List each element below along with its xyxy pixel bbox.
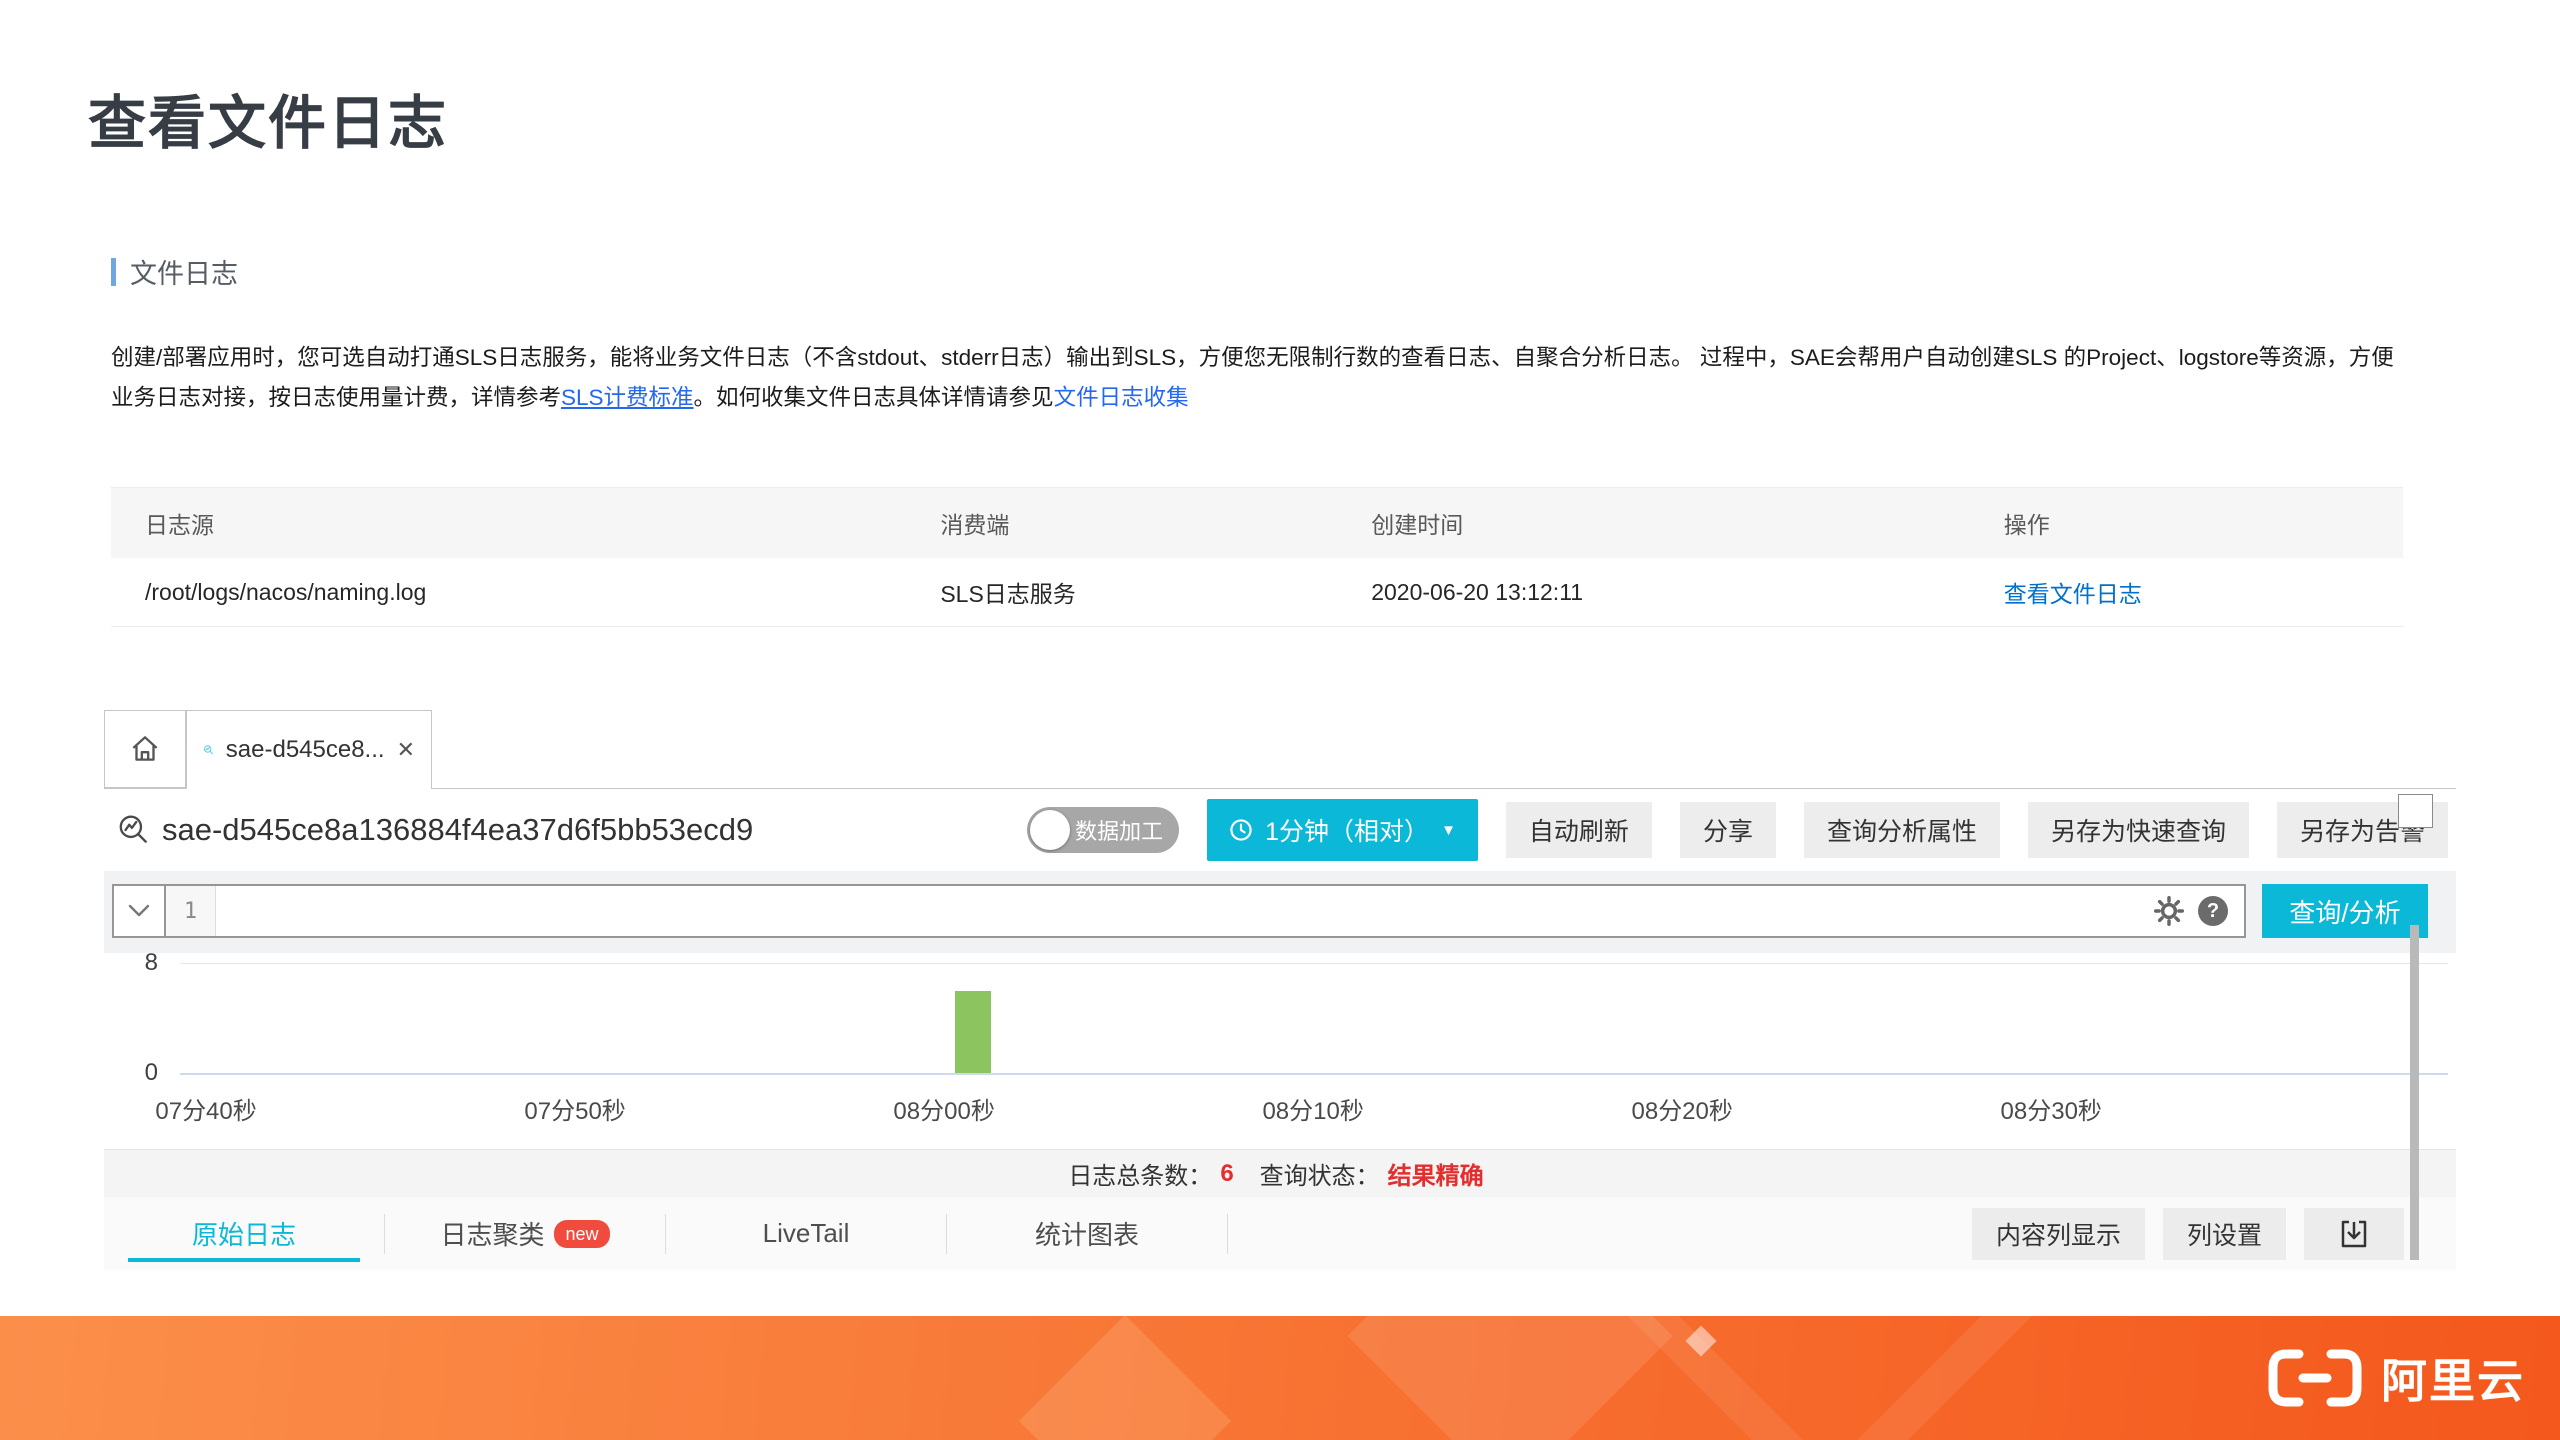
file-log-table: 日志源 消费端 创建时间 操作 /root/logs/nacos/naming.… [111, 487, 2403, 627]
vertical-scrollbar[interactable] [2410, 925, 2419, 1260]
sls-console-screenshot: sae-d545ce8... ✕ sae-d545ce8a136884f4ea3… [104, 710, 2456, 1270]
alibaba-cloud-logo-icon [2265, 1347, 2365, 1409]
page-title: 查看文件日志 [88, 92, 448, 156]
time-range-selector[interactable]: 1分钟（相对） ▼ [1207, 799, 1478, 861]
download-icon [2338, 1218, 2370, 1250]
clock-icon [1229, 818, 1253, 842]
result-actions: 内容列显示 列设置 [1972, 1208, 2404, 1260]
console-toolbar: 数据加工 1分钟（相对） ▼ 自动刷新 分享 查询分析属性 另存为快速查询 另存… [1027, 799, 2448, 861]
close-icon[interactable]: ✕ [397, 737, 415, 763]
x-axis-line [180, 1073, 2448, 1075]
home-tab-button[interactable] [104, 710, 186, 788]
log-total-value: 6 [1220, 1160, 1233, 1188]
alibaba-cloud-brand: 阿里云 [2265, 1345, 2525, 1411]
toggle-knob [1030, 810, 1070, 850]
histogram-plot [104, 963, 2448, 1073]
section-heading: 文件日志 [111, 252, 238, 291]
tab-log-clustering[interactable]: 日志聚类 new [385, 1197, 665, 1270]
section-heading-label: 文件日志 [130, 252, 238, 291]
tab-raw-logs-label: 原始日志 [192, 1215, 296, 1252]
tab-divider [1227, 1214, 1228, 1254]
new-badge: new [554, 1220, 609, 1248]
sls-pricing-link[interactable]: SLS计费标准 [561, 385, 694, 410]
footer-decoration [1618, 1316, 2042, 1440]
console-title-row: sae-d545ce8a136884f4ea37d6f5bb53ecd9 数据加… [104, 789, 2456, 871]
query-status-bar: 日志总条数： 6 查询状态： 结果精确 [104, 1149, 2456, 1197]
query-state-label: 查询状态： [1260, 1156, 1380, 1191]
x-axis-labels: 07分40秒 07分50秒 08分00秒 08分10秒 08分20秒 08分30… [104, 1091, 2456, 1125]
x-tick-label: 07分40秒 [155, 1091, 256, 1126]
table-header-row: 日志源 消费端 创建时间 操作 [111, 488, 2403, 558]
console-tabbar: sae-d545ce8... ✕ [104, 710, 2456, 789]
cell-consumer: SLS日志服务 [906, 575, 1337, 609]
intro-paragraph: 创建/部署应用时，您可选自动打通SLS日志服务，能将业务文件日志（不含stdou… [111, 338, 2395, 418]
tab-livetail-label: LiveTail [763, 1218, 850, 1249]
table-row: /root/logs/nacos/naming.log SLS日志服务 2020… [111, 558, 2403, 627]
col-header-log-source: 日志源 [111, 506, 906, 540]
query-input-icons: ? [2154, 896, 2228, 926]
auto-refresh-button[interactable]: 自动刷新 [1506, 802, 1652, 858]
col-header-action: 操作 [1970, 506, 2403, 540]
query-band: 1 ? 查询/分析 [104, 871, 2456, 953]
footer-banner: 阿里云 [0, 1316, 2560, 1440]
screenshot-resize-handle [2398, 794, 2433, 828]
logstore-tab-label: sae-d545ce8... [226, 736, 385, 764]
intro-text-1: 创建/部署应用时，您可选自动打通SLS日志服务，能将业务文件日志（不含stdou… [111, 345, 2394, 410]
result-bottom-bar: 原始日志 日志聚类 new LiveTail 统计图表 内容列显示 列设置 [104, 1197, 2456, 1270]
logstore-icon [116, 813, 150, 847]
chevron-down-icon [128, 904, 150, 918]
download-button[interactable] [2304, 1208, 2404, 1260]
data-processing-toggle[interactable]: 数据加工 [1027, 807, 1179, 853]
query-line-number: 1 [166, 886, 216, 936]
query-analyze-button[interactable]: 查询/分析 [2262, 884, 2428, 938]
time-range-label: 1分钟（相对） [1265, 812, 1429, 848]
caret-down-icon: ▼ [1441, 823, 1456, 838]
histogram-bar[interactable] [955, 991, 991, 1074]
content-columns-button[interactable]: 内容列显示 [1972, 1208, 2145, 1260]
query-state-value: 结果精确 [1388, 1156, 1484, 1191]
column-settings-button[interactable]: 列设置 [2163, 1208, 2286, 1260]
log-histogram: 8 0 07分40秒 07分50秒 08分00秒 08分10秒 08分20秒 0… [104, 953, 2456, 1149]
home-icon [128, 732, 162, 766]
brand-name: 阿里云 [2381, 1345, 2525, 1411]
help-icon[interactable]: ? [2198, 896, 2228, 926]
query-input[interactable] [216, 886, 2154, 936]
cell-created-time: 2020-06-20 13:12:11 [1337, 579, 1970, 606]
x-tick-label: 08分20秒 [1631, 1091, 1732, 1126]
gear-icon[interactable] [2154, 896, 2184, 926]
view-file-log-link[interactable]: 查看文件日志 [2004, 581, 2142, 607]
collapse-query-button[interactable] [114, 886, 166, 936]
tab-raw-logs[interactable]: 原始日志 [104, 1197, 384, 1270]
share-button[interactable]: 分享 [1680, 802, 1776, 858]
cell-log-source: /root/logs/nacos/naming.log [111, 579, 906, 606]
file-log-collection-link[interactable]: 文件日志收集 [1054, 385, 1189, 410]
footer-decoration [1347, 1316, 1672, 1440]
query-box: 1 ? [112, 884, 2246, 938]
footer-decoration [1019, 1316, 1231, 1440]
tab-log-clustering-label: 日志聚类 [440, 1215, 544, 1252]
tab-livetail[interactable]: LiveTail [666, 1197, 946, 1270]
tab-statistics-charts[interactable]: 统计图表 [947, 1197, 1227, 1270]
section-marker-bar [111, 258, 116, 286]
logstore-title: sae-d545ce8a136884f4ea37d6f5bb53ecd9 [162, 812, 753, 848]
log-total-label: 日志总条数： [1068, 1156, 1212, 1191]
col-header-consumer: 消费端 [906, 506, 1337, 540]
x-tick-label: 07分50秒 [524, 1091, 625, 1126]
logstore-tab[interactable]: sae-d545ce8... ✕ [186, 710, 432, 789]
chart-search-icon [203, 734, 214, 766]
result-tabs: 原始日志 日志聚类 new LiveTail 统计图表 [104, 1197, 1228, 1270]
col-header-created-time: 创建时间 [1337, 506, 1970, 540]
intro-text-2: 。如何收集文件日志具体详情请参见 [694, 385, 1054, 410]
x-tick-label: 08分00秒 [893, 1091, 994, 1126]
save-quick-query-button[interactable]: 另存为快速查询 [2028, 802, 2249, 858]
query-analysis-props-button[interactable]: 查询分析属性 [1804, 802, 2000, 858]
x-tick-label: 08分30秒 [2001, 1091, 2102, 1126]
toggle-label: 数据加工 [1075, 814, 1163, 846]
x-tick-label: 08分10秒 [1262, 1091, 1363, 1126]
tab-statistics-charts-label: 统计图表 [1035, 1215, 1139, 1252]
